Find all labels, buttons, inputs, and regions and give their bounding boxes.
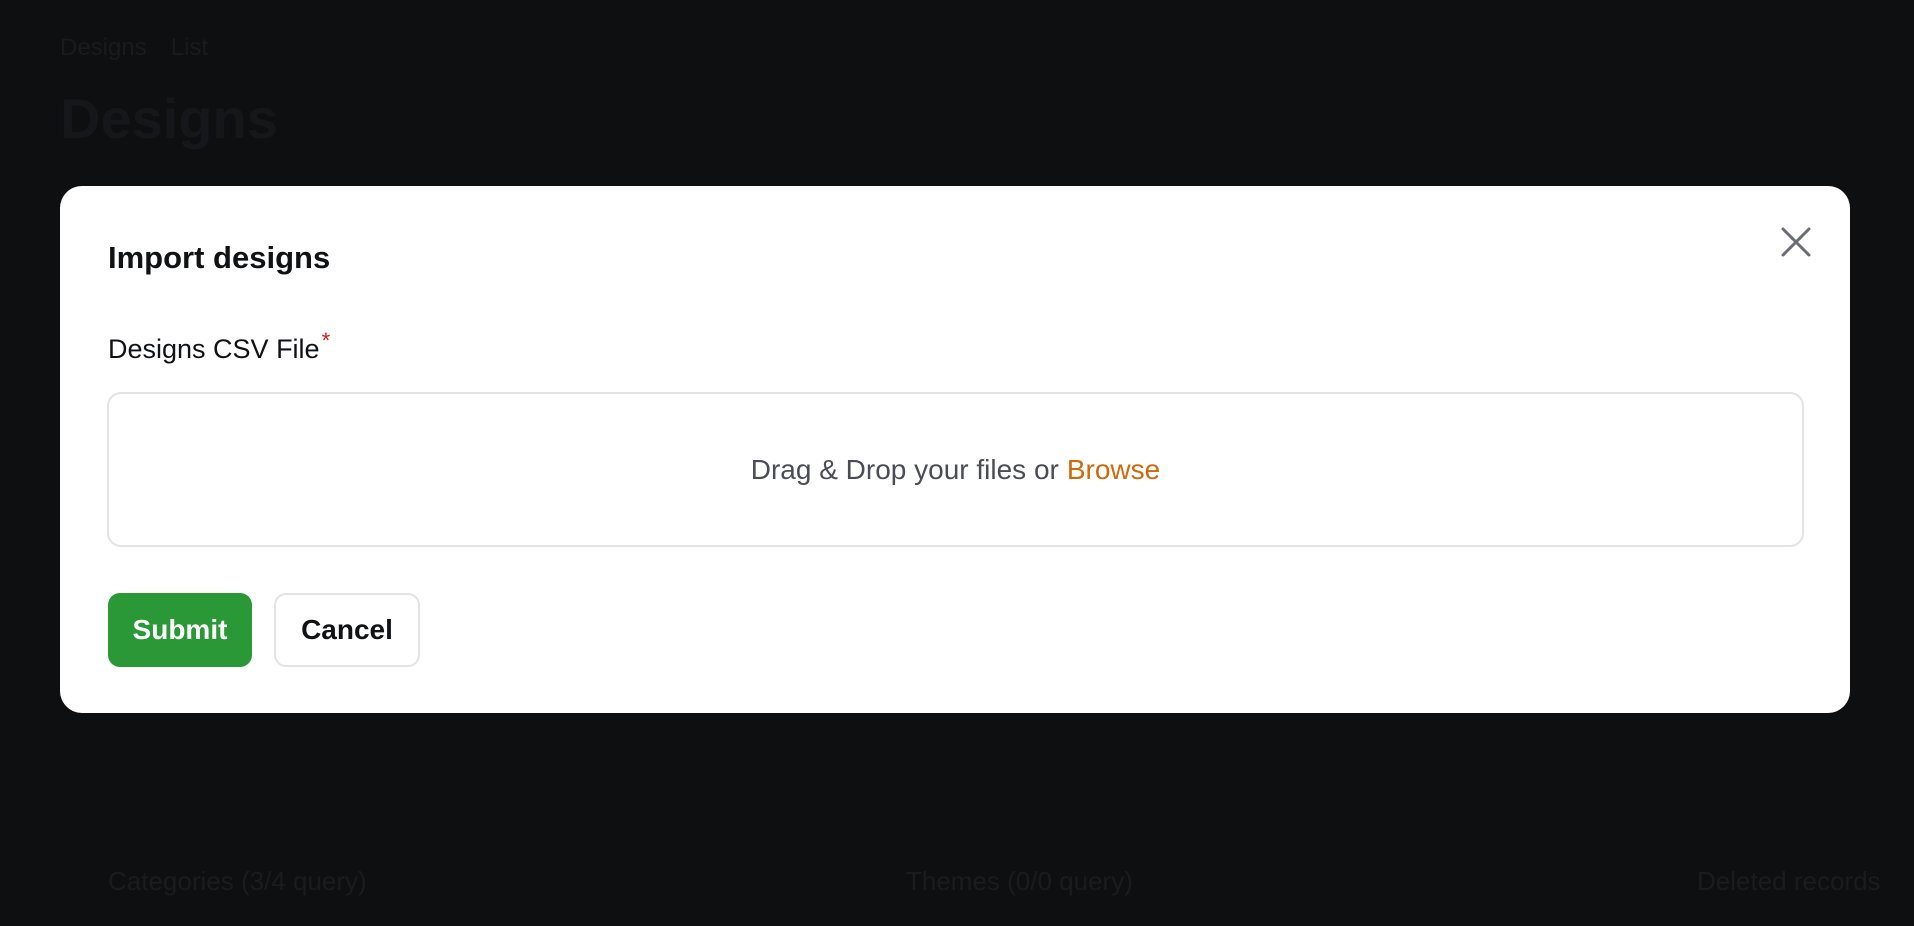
modal-title: Import designs (108, 240, 331, 275)
dropzone-text: Drag & Drop your files or (750, 453, 1059, 485)
breadcrumb-item-list: List (170, 34, 209, 61)
browse-link[interactable]: Browse (1067, 454, 1160, 486)
import-designs-modal: Import designs Designs CSV File * Drag &… (60, 186, 1850, 713)
field-label-text: Designs CSV File (108, 334, 320, 364)
stat-categories: Categories (3/4 query) (108, 866, 367, 896)
page-title: Designs (60, 87, 278, 150)
cancel-button[interactable]: Cancel (274, 593, 420, 667)
file-dropzone[interactable]: Drag & Drop your files or Browse (107, 392, 1804, 547)
breadcrumb-item-designs: Designs (60, 34, 147, 61)
stat-deleted-records: Deleted records (1697, 866, 1881, 896)
csv-file-field-label: Designs CSV File * (108, 328, 330, 365)
close-icon (1781, 227, 1811, 257)
required-indicator: * (321, 328, 331, 353)
breadcrumb: Designs List (60, 34, 208, 62)
close-button[interactable] (1776, 222, 1816, 262)
submit-button[interactable]: Submit (108, 593, 252, 667)
stat-themes: Themes (0/0 query) (906, 866, 1133, 896)
